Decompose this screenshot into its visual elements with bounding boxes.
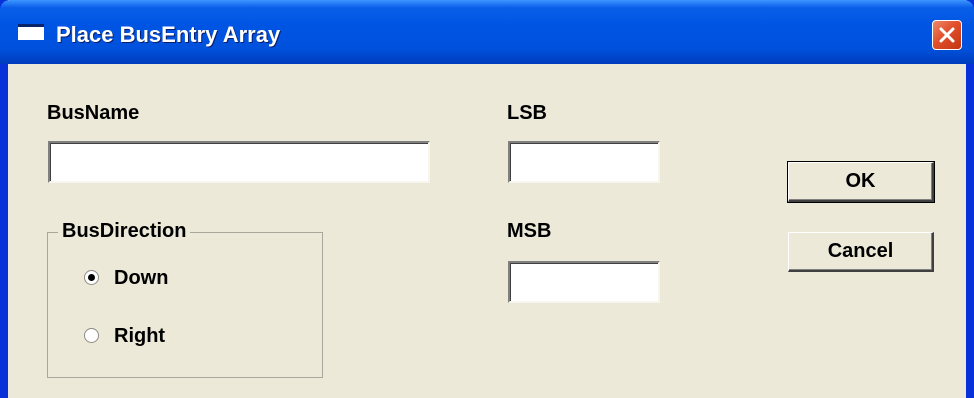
close-button[interactable] <box>932 20 962 50</box>
bus-direction-group: BusDirection Down Right <box>47 220 323 378</box>
bus-direction-title: BusDirection <box>58 220 191 243</box>
place-busentry-array-dialog: Place BusEntry Array BusName LSB MSB Bus… <box>0 0 974 398</box>
radio-right-label: Right <box>114 325 166 347</box>
busname-label: BusName <box>47 102 140 124</box>
lsb-label: LSB <box>507 102 547 124</box>
close-icon <box>939 27 955 43</box>
msb-label: MSB <box>507 220 552 242</box>
window-icon <box>18 24 44 40</box>
radio-down-label: Down <box>114 267 169 289</box>
title-bar[interactable]: Place BusEntry Array <box>0 0 974 64</box>
busname-input[interactable] <box>48 141 430 183</box>
msb-input[interactable] <box>508 261 660 303</box>
window-title: Place BusEntry Array <box>56 22 281 47</box>
radio-button-down[interactable] <box>84 270 99 285</box>
lsb-input[interactable] <box>508 141 660 183</box>
cancel-button[interactable]: Cancel <box>788 232 934 272</box>
ok-button[interactable]: OK <box>787 161 935 203</box>
radio-button-right[interactable] <box>84 328 99 343</box>
radio-selected-dot <box>88 274 95 281</box>
